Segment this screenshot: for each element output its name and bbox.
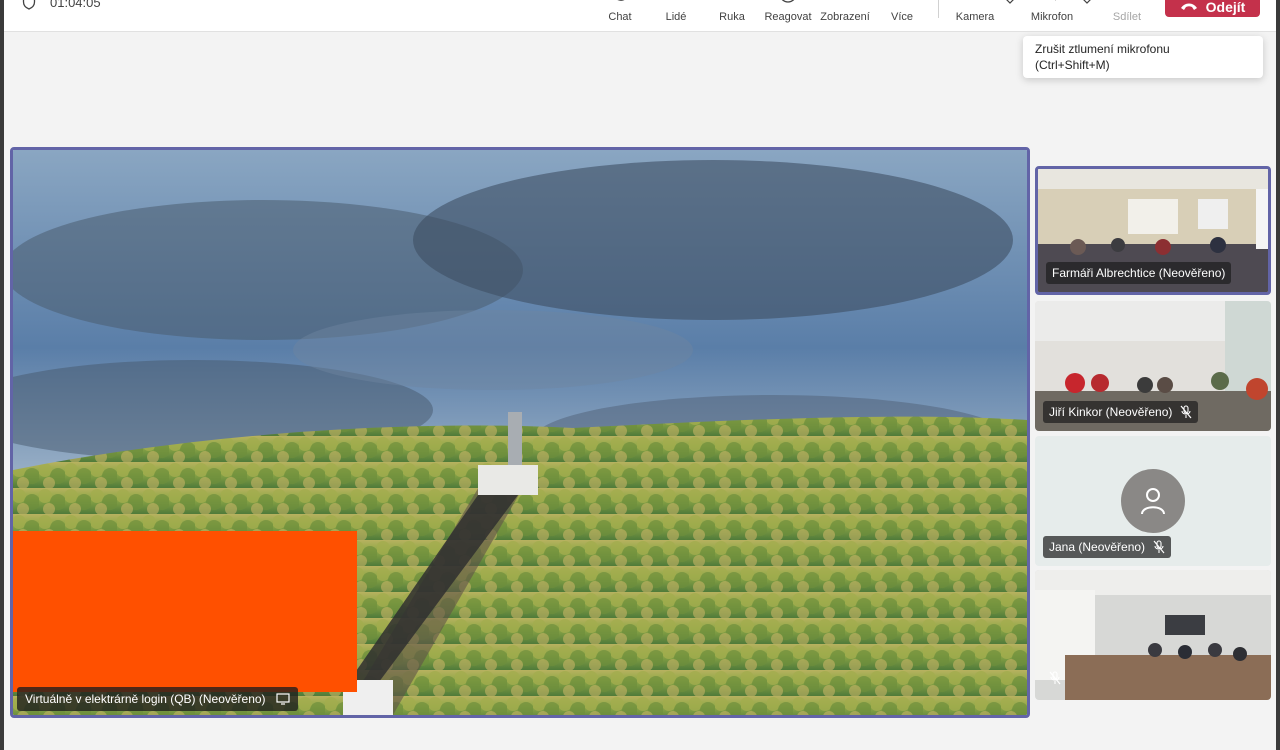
shield-icon [22, 0, 36, 10]
window-frame-right [1276, 0, 1280, 750]
mic-muted-icon [1153, 540, 1165, 554]
presenter-name: Virtuálně v elektrárně login (QB) (Neově… [25, 692, 266, 706]
chat-label: Chat [608, 11, 632, 23]
participant-tile-1[interactable]: Farmáři Albrechtice (Neověřeno) [1035, 166, 1271, 295]
presenter-name-tag: Virtuálně v elektrárně login (QB) (Neově… [17, 687, 298, 711]
raise-hand-button[interactable]: Ruka [712, 0, 752, 24]
share-label: Sdílet [1112, 11, 1142, 23]
screen-share-icon [275, 693, 290, 705]
participant-name-tag: Farmáři Albrechtice (Neověřeno) [1046, 262, 1232, 284]
participant-tile-4[interactable] [1035, 570, 1271, 700]
participant-mic-status [1049, 671, 1061, 690]
toolbar-separator [938, 0, 939, 18]
timer-text: 01:04:05 [50, 0, 101, 10]
chevron-down-icon[interactable] [1005, 0, 1015, 6]
microphone-button[interactable]: Mikrofon [1026, 0, 1078, 24]
mic-muted-icon [1180, 405, 1192, 419]
leave-label: Odejít [1205, 0, 1246, 15]
redacted-region [13, 531, 357, 692]
meeting-toolbar: 01:04:05 Chat Lidé Ruka Reagovat Zobraze… [4, 0, 1276, 32]
leave-button[interactable]: Odejít [1165, 0, 1260, 17]
camera-label: Kamera [955, 11, 995, 23]
participant-tile-2[interactable]: Jiří Kinkor (Neověřeno) [1035, 301, 1271, 431]
camera-button[interactable]: Kamera [952, 0, 998, 24]
participant-video [1035, 570, 1271, 700]
layout-icon [834, 0, 856, 8]
more-icon [891, 0, 913, 8]
chevron-down-icon[interactable] [1082, 0, 1092, 6]
main-video-stage[interactable]: Virtuálně v elektrárně login (QB) (Neově… [10, 147, 1030, 718]
people-button[interactable]: Lidé [656, 0, 696, 24]
more-label: Více [890, 11, 913, 23]
mic-muted-icon [1049, 671, 1061, 685]
people-label: Lidé [665, 11, 687, 23]
react-button[interactable]: Reagovat [762, 0, 814, 24]
window-frame-left [0, 0, 4, 750]
person-icon [1141, 488, 1165, 515]
people-icon [665, 0, 687, 8]
tooltip-line-2: (Ctrl+Shift+M) [1035, 58, 1110, 72]
share-icon [1116, 0, 1138, 8]
more-button[interactable]: Více [882, 0, 922, 24]
mic-tooltip: Zrušit ztlumení mikrofonu (Ctrl+Shift+M) [1023, 36, 1263, 78]
meeting-timer: 01:04:05 [22, 0, 101, 10]
phone-hangup-icon [1180, 3, 1197, 10]
participant-name: Jiří Kinkor (Neověřeno) [1049, 405, 1173, 419]
chat-button[interactable]: Chat [600, 0, 640, 24]
hand-label: Ruka [719, 11, 745, 23]
avatar [1121, 469, 1185, 533]
participant-name: Farmáři Albrechtice (Neověřeno) [1052, 266, 1226, 280]
hand-icon [721, 0, 743, 8]
react-label: Reagovat [764, 11, 812, 23]
camera-icon [964, 0, 986, 8]
microphone-label: Mikrofon [1030, 11, 1074, 23]
mic-muted-icon [1055, 0, 1056, 1]
participant-tile-3[interactable]: Jana (Neověřeno) [1035, 436, 1271, 566]
tooltip-line-1: Zrušit ztlumení mikrofonu [1035, 42, 1170, 56]
view-button[interactable]: Zobrazení [818, 0, 872, 24]
share-button[interactable]: Sdílet [1104, 0, 1150, 24]
view-label: Zobrazení [820, 11, 870, 23]
participant-name-tag: Jana (Neověřeno) [1043, 536, 1172, 558]
participant-name-tag: Jiří Kinkor (Neověřeno) [1043, 401, 1199, 423]
chat-icon [617, 0, 625, 1]
smiley-icon [781, 0, 795, 3]
participant-name: Jana (Neověřeno) [1049, 540, 1146, 554]
